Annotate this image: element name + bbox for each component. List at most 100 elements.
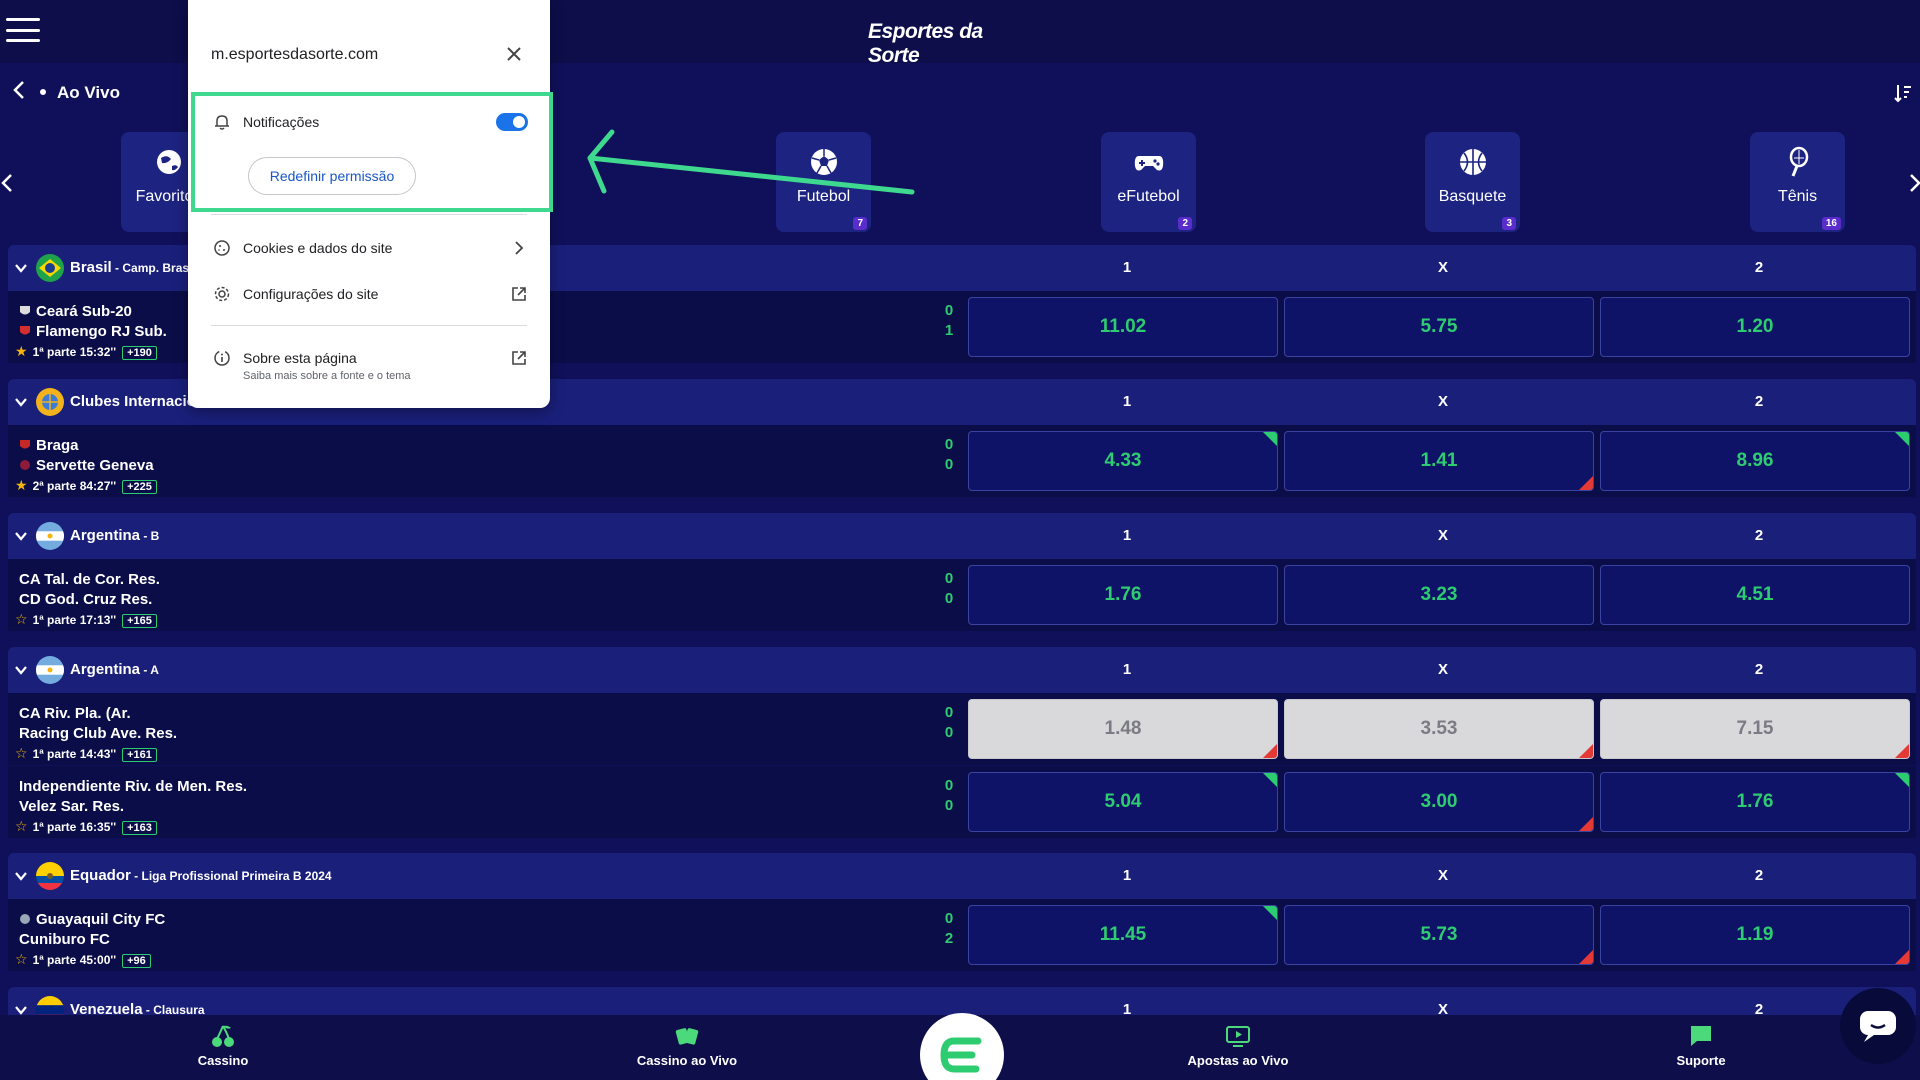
live-chat-button[interactable]: [1840, 988, 1916, 1064]
star-outline-icon[interactable]: ☆: [15, 745, 28, 761]
away-team: Servette Geneva: [19, 457, 154, 474]
star-outline-icon[interactable]: ☆: [15, 951, 28, 967]
brand-logo[interactable]: Esportes da Sorte: [868, 20, 1028, 68]
chevron-down-icon[interactable]: [14, 1003, 28, 1015]
home-score: 0: [944, 570, 954, 587]
chevron-down-icon[interactable]: [14, 869, 28, 883]
about-page-row[interactable]: Sobre esta página Saiba mais sobre a fon…: [188, 344, 550, 382]
sport-count-badge: 2: [1178, 217, 1192, 230]
close-icon[interactable]: [506, 46, 522, 62]
notifications-toggle[interactable]: [496, 113, 528, 131]
league-header[interactable]: Equador - Liga Profissional Primeira B 2…: [8, 853, 1916, 899]
league-header[interactable]: Argentina - A 1 X 2: [8, 647, 1916, 693]
league-header[interactable]: Argentina - B 1 X 2: [8, 513, 1916, 559]
carousel-right-icon[interactable]: [1908, 172, 1920, 194]
odd-away-button-suspended[interactable]: 7.15: [1600, 699, 1910, 759]
odd-away-button[interactable]: 1.76: [1600, 772, 1910, 832]
chat-icon: [1860, 1011, 1896, 1042]
away-team: Racing Club Ave. Res.: [19, 725, 178, 742]
league-name: Equador - Liga Profissional Primeira B 2…: [70, 867, 332, 884]
reset-permission-button[interactable]: Redefinir permissão: [248, 157, 416, 195]
match-time: ☆ 1ª parte 17:13'' +165: [15, 611, 157, 628]
sport-label: Basquete: [1438, 188, 1507, 205]
carousel-left-icon[interactable]: [0, 172, 14, 194]
odd-draw-button[interactable]: 3.00: [1284, 772, 1594, 832]
more-markets-badge[interactable]: +96: [122, 954, 151, 968]
match-row[interactable]: Independiente Riv. de Men. Res. Velez Sa…: [8, 766, 1916, 838]
nav-suporte[interactable]: Suporte: [1626, 1023, 1776, 1068]
nav-label: Suporte: [1676, 1053, 1726, 1068]
odd-away-button[interactable]: 1.20: [1600, 297, 1910, 357]
odd-away-button[interactable]: 1.19: [1600, 905, 1910, 965]
star-outline-icon[interactable]: ☆: [15, 611, 28, 627]
odds-down-indicator: [1579, 817, 1593, 831]
nav-cassino-ao-vivo[interactable]: Cassino ao Vivo: [612, 1023, 762, 1068]
sport-basquete[interactable]: Basquete 3: [1425, 132, 1520, 232]
more-markets-badge[interactable]: +163: [122, 821, 157, 835]
chevron-down-icon[interactable]: [14, 663, 28, 677]
team-crest-icon: [20, 306, 30, 315]
venezuela-flag-icon: [36, 996, 64, 1015]
odd-home-button[interactable]: 11.45: [968, 905, 1278, 965]
odd-home-button[interactable]: 5.04: [968, 772, 1278, 832]
odd-home-button[interactable]: 4.33: [968, 431, 1278, 491]
match-row[interactable]: CA Tal. de Cor. Res. CD God. Cruz Res. ☆…: [8, 559, 1916, 631]
sport-label: Futebol: [796, 188, 851, 205]
soccer-ball-icon: [811, 149, 837, 175]
back-arrow-icon[interactable]: [10, 80, 30, 100]
chevron-down-icon[interactable]: [14, 261, 28, 275]
league-header[interactable]: Venezuela - Clausura 1 X 2: [8, 987, 1916, 1015]
more-markets-badge[interactable]: +161: [122, 748, 157, 762]
sport-label: Tênis: [1777, 188, 1818, 205]
more-markets-badge[interactable]: +190: [122, 346, 157, 360]
cookies-row[interactable]: Cookies e dados do site: [188, 234, 550, 262]
sport-efutebol[interactable]: eFutebol 2: [1101, 132, 1196, 232]
column-away-label: 2: [1754, 1001, 1764, 1015]
odd-away-button[interactable]: 4.51: [1600, 565, 1910, 625]
star-filled-icon[interactable]: ★: [15, 477, 28, 493]
chevron-down-icon[interactable]: [14, 395, 28, 409]
odd-home-button-suspended[interactable]: 1.48: [968, 699, 1278, 759]
match-time: ☆ 1ª parte 14:43'' +161: [15, 745, 157, 762]
star-filled-icon[interactable]: ★: [15, 343, 28, 359]
home-team: Braga: [19, 437, 79, 454]
nav-label: Apostas ao Vivo: [1187, 1053, 1289, 1068]
chevron-down-icon[interactable]: [14, 529, 28, 543]
column-draw-label: X: [1437, 661, 1448, 678]
odd-home-button[interactable]: 11.02: [968, 297, 1278, 357]
team-crest-icon: [20, 440, 30, 449]
site-settings-row[interactable]: Configurações do site: [188, 280, 550, 308]
sort-icon[interactable]: [1894, 83, 1912, 103]
odd-home-button[interactable]: 1.76: [968, 565, 1278, 625]
cookie-icon: [214, 240, 230, 256]
star-outline-icon[interactable]: ☆: [15, 818, 28, 834]
more-markets-badge[interactable]: +225: [122, 480, 157, 494]
sport-futebol[interactable]: Futebol 7: [776, 132, 871, 232]
away-score: 2: [944, 930, 954, 947]
sport-tenis[interactable]: Tênis 16: [1750, 132, 1845, 232]
column-home-label: 1: [1122, 259, 1132, 276]
column-draw-label: X: [1437, 527, 1448, 544]
match-row[interactable]: Braga Servette Geneva ★ 2ª parte 84:27'' +…: [8, 425, 1916, 497]
notifications-row[interactable]: Notificações: [188, 108, 550, 136]
odd-draw-button-suspended[interactable]: 3.53: [1284, 699, 1594, 759]
match-row[interactable]: Guayaquil City FC Cuniburo FC ☆ 1ª parte …: [8, 899, 1916, 971]
nav-apostas-ao-vivo[interactable]: Apostas ao Vivo: [1163, 1023, 1313, 1068]
nav-cassino[interactable]: Cassino: [148, 1023, 298, 1068]
about-page-label: Sobre esta página: [243, 350, 357, 366]
odds-down-indicator: [1895, 950, 1909, 964]
more-markets-badge[interactable]: +165: [122, 614, 157, 628]
away-score: 0: [944, 724, 954, 741]
site-domain: m.esportesdasorte.com: [211, 46, 379, 63]
column-away-label: 2: [1754, 661, 1764, 678]
column-draw-label: X: [1437, 1001, 1448, 1015]
sport-count-badge: 16: [1821, 217, 1841, 230]
odd-draw-button[interactable]: 5.73: [1284, 905, 1594, 965]
odd-draw-button[interactable]: 3.23: [1284, 565, 1594, 625]
menu-icon[interactable]: [6, 18, 40, 42]
odd-draw-button[interactable]: 5.75: [1284, 297, 1594, 357]
odd-away-button[interactable]: 8.96: [1600, 431, 1910, 491]
nav-label: Cassino: [197, 1053, 249, 1068]
match-row[interactable]: CA Riv. Pla. (Ar. Racing Club Ave. Res. …: [8, 693, 1916, 765]
odd-draw-button[interactable]: 1.41: [1284, 431, 1594, 491]
